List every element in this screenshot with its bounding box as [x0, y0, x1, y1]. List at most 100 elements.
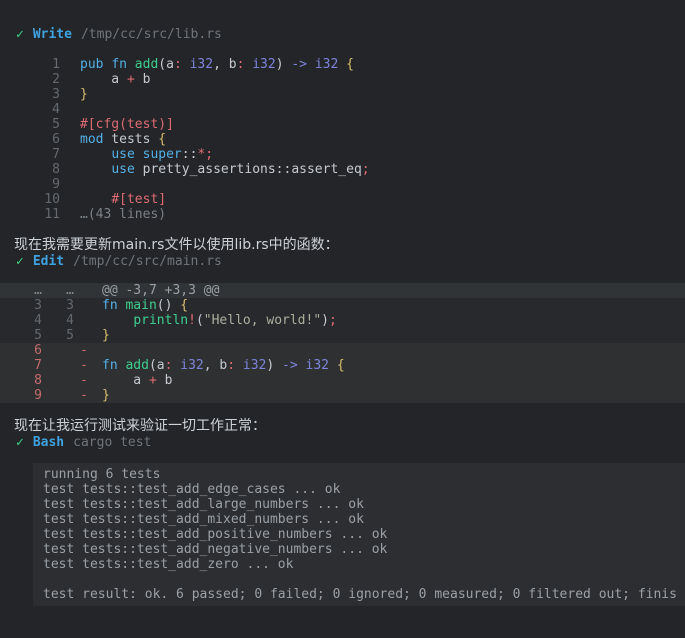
- code-content: fn main() {: [102, 298, 188, 313]
- code-content: #[cfg(test)]: [80, 117, 174, 132]
- code-token: [329, 358, 337, 373]
- assistant-message: 现在让我运行测试来验证一切工作正常：: [14, 417, 685, 435]
- new-line-number: …: [42, 283, 74, 298]
- code-token: use: [111, 162, 134, 177]
- code-token: add: [135, 57, 158, 72]
- code-token: {: [180, 298, 188, 313]
- code-token: fn: [102, 358, 118, 373]
- tool-call-header-write: ✓ Write/tmp/cc/src/lib.rs: [16, 27, 685, 42]
- edit-diff-block: ……@@ -3,7 +3,3 @@33fn main() {44 println…: [0, 283, 685, 403]
- tool-name-label: Bash: [33, 435, 64, 450]
- code-token: ;: [329, 313, 337, 328]
- code-token: {: [337, 358, 345, 373]
- code-token: [102, 313, 133, 328]
- code-line: 7 use super::*;: [0, 147, 685, 162]
- code-line: 2 a + b: [0, 72, 685, 87]
- code-token: +: [127, 72, 135, 87]
- terminal-transcript: ✓ Write/tmp/cc/src/lib.rs 1pub fn add(a: i…: [0, 27, 685, 606]
- code-token: #[test]: [111, 192, 166, 207]
- success-check-icon: ✓: [16, 435, 24, 450]
- tool-argument: /tmp/cc/src/lib.rs: [81, 27, 222, 42]
- code-token: [80, 162, 111, 177]
- code-token: [298, 358, 306, 373]
- code-token: b: [135, 72, 151, 87]
- terminal-output-line: test tests::test_add_negative_numbers ..…: [43, 542, 685, 557]
- code-content: a + b: [80, 72, 150, 87]
- code-token: (: [158, 57, 166, 72]
- new-line-number: 5: [42, 328, 74, 343]
- code-token: …(43 lines): [80, 207, 166, 222]
- tool-name-label: Write: [33, 27, 72, 42]
- code-token: [307, 57, 315, 72]
- code-token: [235, 358, 243, 373]
- code-token: [80, 192, 111, 207]
- old-line-number: 7: [33, 358, 42, 373]
- code-token: "Hello, world!": [204, 313, 321, 328]
- line-number: 11: [0, 207, 60, 222]
- line-number: 2: [0, 72, 60, 87]
- code-token: [127, 57, 135, 72]
- terminal-output-line: test tests::test_add_zero ... ok: [43, 557, 685, 572]
- success-check-icon: ✓: [16, 27, 24, 42]
- code-token: ,: [204, 358, 220, 373]
- line-number: 9: [0, 177, 60, 192]
- tool-call-header-bash: ✓Bashcargo test: [16, 435, 685, 450]
- old-line-number: 8: [33, 373, 42, 388]
- code-token: i32: [306, 358, 329, 373]
- code-token: i32: [180, 358, 203, 373]
- written-file-code-block: 1pub fn add(a: i32, b: i32) -> i32 {2 a …: [0, 57, 685, 222]
- diff-removed-line: 9-}: [0, 388, 685, 403]
- line-number: 4: [0, 102, 60, 117]
- code-content: use super::*;: [80, 147, 213, 162]
- code-content: fn add(a: i32, b: i32) -> i32 {: [102, 358, 345, 373]
- code-line: 10 #[test]: [0, 192, 685, 207]
- code-token: ->: [291, 57, 307, 72]
- terminal-output-line: running 6 tests: [43, 467, 685, 482]
- code-token: mod: [80, 132, 103, 147]
- code-token: {: [158, 132, 166, 147]
- code-token: !: [188, 313, 196, 328]
- new-line-number: 3: [42, 298, 74, 313]
- terminal-output-line: test tests::test_add_positive_numbers ..…: [43, 527, 685, 542]
- line-number: 5: [0, 117, 60, 132]
- assistant-message: 现在我需要更新main.rs文件以使用lib.rs中的函数：: [14, 236, 685, 254]
- diff-removed-line: 8 - a + b: [0, 373, 685, 388]
- code-token: main: [125, 298, 156, 313]
- diff-context-line: 33fn main() {: [0, 298, 685, 313]
- code-line: 8 use pretty_assertions::assert_eq;: [0, 162, 685, 177]
- line-number: 8: [0, 162, 60, 177]
- code-token: [80, 147, 111, 162]
- code-line: 6mod tests {: [0, 132, 685, 147]
- code-token: fn: [102, 298, 118, 313]
- diff-removed-line: 7-fn add(a: i32, b: i32) -> i32 {: [0, 358, 685, 373]
- code-token: [221, 57, 229, 72]
- diff-hunk-header: …… @@ -3,7 +3,3 @@: [0, 283, 685, 298]
- bash-output-block: running 6 teststest tests::test_add_edge…: [33, 463, 685, 606]
- old-line-number: …: [33, 283, 42, 298]
- code-token: i32: [315, 57, 338, 72]
- diff-marker: -: [74, 388, 94, 403]
- code-token: (: [196, 313, 204, 328]
- code-content: a + b: [102, 373, 172, 388]
- terminal-output-line: test tests::test_add_edge_cases ... ok: [43, 482, 685, 497]
- tool-name-label: Edit: [33, 254, 64, 269]
- code-token: }: [80, 87, 88, 102]
- code-token: println: [133, 313, 188, 328]
- code-content: mod tests {: [80, 132, 166, 147]
- code-token: use: [111, 147, 134, 162]
- diff-context-line: 44 println!("Hello, world!");: [0, 313, 685, 328]
- code-token: b: [229, 57, 237, 72]
- diff-marker: -: [74, 373, 94, 388]
- code-token: ,: [213, 57, 221, 72]
- code-token: ::: [182, 147, 198, 162]
- code-token: :: [227, 358, 235, 373]
- code-token: @@ -3,7 +3,3 @@: [102, 283, 219, 298]
- old-line-number: 6: [33, 343, 42, 358]
- code-token: }: [102, 388, 110, 403]
- line-number: 10: [0, 192, 60, 207]
- code-token: a: [102, 373, 149, 388]
- code-line: 3}: [0, 87, 685, 102]
- code-token: ;: [362, 162, 370, 177]
- new-line-number: 4: [42, 313, 74, 328]
- code-token: :: [174, 57, 182, 72]
